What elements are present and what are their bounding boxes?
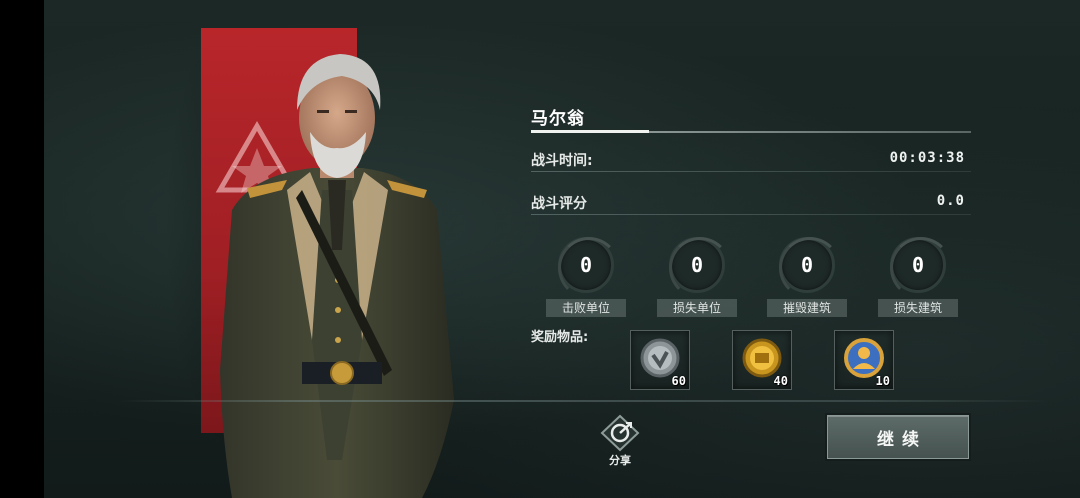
battle-result-screen: 马尔翁 战斗时间: 00:03:38 战斗评分 0.0 0 击败单位 0 损失单… [44,0,1080,498]
stat-buildings-destroyed: 0 摧毁建筑 [767,237,847,319]
stat-label: 摧毁建筑 [767,299,847,317]
stat-label: 损失单位 [657,299,737,317]
reward-item-medal[interactable]: 10 [834,330,894,390]
continue-button[interactable]: 继续 [827,415,969,459]
stat-value: 0 [579,253,593,277]
stat-value: 0 [911,253,925,277]
share-button[interactable]: 分享 [596,414,644,470]
commander-portrait [220,54,454,498]
stat-units-defeated: 0 击败单位 [546,237,626,319]
battle-time-label: 战斗时间: [531,153,593,169]
row-divider [531,214,971,215]
rewards-label: 奖励物品: [531,330,589,345]
stat-value: 0 [690,253,704,277]
share-icon [600,414,640,452]
reward-item-gold[interactable]: 40 [732,330,792,390]
share-label: 分享 [609,454,631,467]
battle-score-value: 0.0 [936,193,965,209]
name-underline-track [649,131,971,133]
divider-line [119,400,1049,402]
reward-count: 40 [773,374,788,388]
reward-count: 10 [875,374,890,388]
name-underline [531,130,649,133]
stat-units-lost: 0 损失单位 [657,237,737,319]
battle-time-value: 00:03:38 [889,150,965,166]
stat-buildings-lost: 0 损失建筑 [878,237,958,319]
stat-label: 击败单位 [546,299,626,317]
battle-score-label: 战斗评分 [531,196,587,212]
stat-label: 损失建筑 [878,299,958,317]
reward-item-silver[interactable]: 60 [630,330,690,390]
row-divider [531,171,971,172]
reward-count: 60 [671,374,686,388]
commander-name: 马尔翁 [531,109,585,129]
stat-value: 0 [800,253,814,277]
